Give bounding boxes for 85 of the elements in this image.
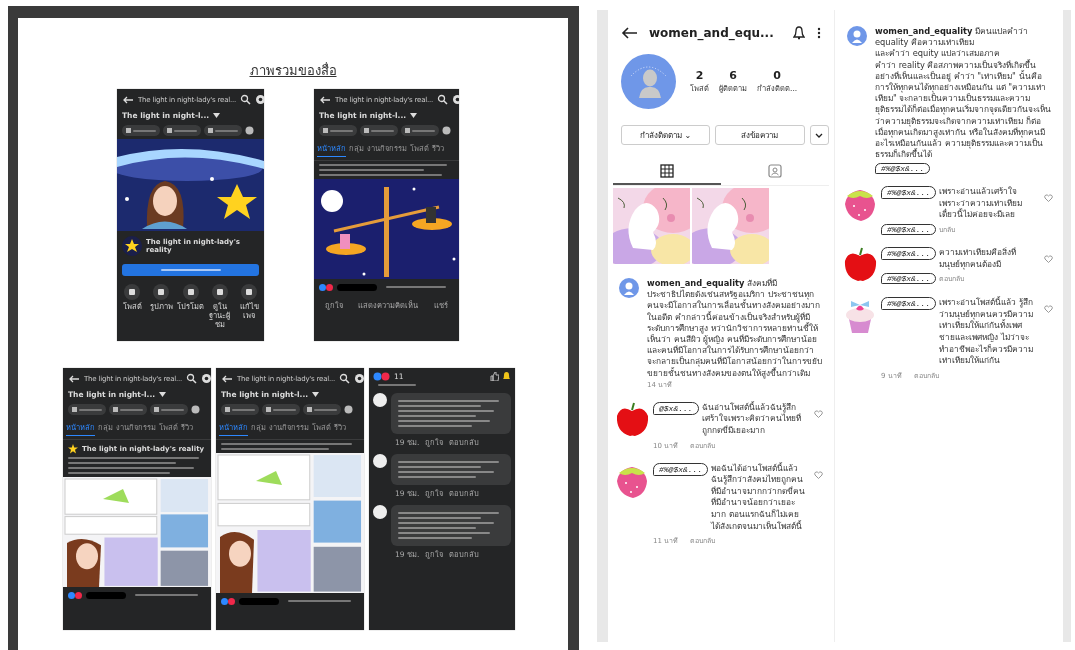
avatar <box>373 393 387 407</box>
redaction-bubble: #%@$x&... <box>881 186 937 200</box>
heart-icon[interactable] <box>1044 255 1053 264</box>
avatar <box>373 454 387 468</box>
action-icon[interactable] <box>241 284 257 300</box>
settings-icon[interactable] <box>344 405 353 414</box>
bell-icon[interactable] <box>502 372 511 381</box>
caption-text: women_and_equality สังคมที่มีประชาธิปไตยดังเช่นสหรัฐอเมริกา ประชาชนทุกคนจะมีโอกาสในการเลื่อนชั้นทางสังคมอย่างมาก ในอดีต คำกล่าวนี้ค่อนข้างเป็นจริงสำหรับผู้ที่มีระดับการศึกษาสูง หว่านักวิชาการหลายท่านชี้ให้เห็นว่า คนสีผิว ผู้หญิง คนที่มีระดับการศึกษาน้อย และคนที่มีโอกาสในการได้รับการศึกษาน้อยกว่า จะกลายเป็นกลุ่มคนที่มีโอกาสน้อยกว่าในการขยับขยายชั้นชนทางสังคมของตนให้สูงขึ้นกว่าเดิม <box>647 278 823 379</box>
chip-button[interactable] <box>109 404 147 415</box>
chip-button[interactable] <box>360 125 398 136</box>
chip-button[interactable] <box>204 125 242 136</box>
avatar-icon <box>619 278 639 298</box>
comment-text: เพราะอ่านแล้วเศร้าใจเพราะว่าความเท่าเทียมเดี๋ยวนี้ไม่ค่อยจะมีเลย <box>939 186 1024 222</box>
settings-icon[interactable] <box>191 405 200 414</box>
redaction-bubble: @$x&... <box>653 401 699 415</box>
redaction-bubble: #%@$x&... <box>653 462 709 476</box>
redaction-mark <box>86 591 126 599</box>
stat-count[interactable]: 2 <box>695 69 704 82</box>
reaction-icon <box>221 597 235 605</box>
avatar-icon <box>621 54 676 109</box>
avatar <box>373 505 387 519</box>
comment-text: เพราะอ่านโพสต์นี้แล้ว รู้สึกว่ามนุษย์ทุกคนควรมีความเท่าเทียมให้แก่กันทั้งเพศชายและเพศหญิง ไม่ว่าจะทำอาชีพอะไรก็ควรมีความเท่าเทียมให้แก่กัน <box>939 297 1035 367</box>
heart-icon[interactable] <box>814 470 823 479</box>
search-icon[interactable] <box>437 94 449 105</box>
redaction-bubble: #%@$x&... <box>881 247 937 261</box>
caption-text: women_and_equality มีคนแปลคำว่า equality คือความเท่าเทียม และคำว่า equity แปลว่าเสมอภาค คำว่า reality คือสภาพความเป็นจริงที่เกิดขึ้นอย่างที่เห็นและเป็นอยู่ คำว่า "เท่าเทียม" นั้นคือการให้ทุกคนได้ทุกอย่างเหมือนกัน แต่ "ความเท่าเทียม" จะกลายเป็นความเป็นธรรมและความยุติธรรมได้ก็ต่อเมื่อทุกคนเริ่มจากจุดเดียวกันจะเห็นว่าความยุติธรรมจะเกิดจากความเท่าเทียม ก็ต่อเมื่อทุกคนเกิดมาสูงเท่ากัน หรือในสังคมที่ทุกคนมีอะไรเหมือนกันแล้ว ความยุติธรรมและความเป็นธรรมก็เกิดขึ้นได้ <box>875 26 1052 161</box>
back-icon[interactable] <box>621 27 637 39</box>
redaction-bubble: #%@$x&... <box>881 273 937 285</box>
reaction-icon <box>373 372 391 381</box>
stat-count[interactable]: 6 <box>729 69 737 82</box>
profile-button[interactable]: กำลังติดตาม ⌄ <box>621 125 711 145</box>
action-icon[interactable] <box>124 284 140 300</box>
settings-icon[interactable] <box>255 94 264 105</box>
stat-count[interactable]: 0 <box>773 69 781 82</box>
redaction-bubble: #%@$x&... <box>881 224 937 236</box>
comment-text: ฉันอ่านโพสต์นี้แล้วฉันรู้สึกเศร้าใจเพราะคิดว่าคนไทยที่ถูกกดขี่มีเยอะมาก <box>701 401 802 437</box>
dropdown-button[interactable] <box>809 125 829 145</box>
redaction-bubble: #%@$x&... <box>881 297 937 311</box>
like-icon[interactable] <box>490 372 499 381</box>
settings-icon[interactable] <box>245 126 254 135</box>
profile-button[interactable]: ส่งข้อความ <box>715 125 805 145</box>
settings-icon[interactable] <box>354 373 364 384</box>
search-icon[interactable] <box>186 373 198 384</box>
caret-icon[interactable] <box>213 113 221 118</box>
chip-button[interactable] <box>401 125 439 136</box>
chip-button[interactable] <box>303 404 341 415</box>
comment-text: พอฉันได้อ่านโพสต์นี้แล้ว ฉันรู้สึกว่าสังคมไทยถูกคนที่มีอำนาจมากกว่ากดขี่คนที่มีอำนาจน้อยกว่าเยอะมาก ตอนแรกฉันก็ไม่เคยได้สังเกตจนมาเห็นโพสต์นี้ <box>711 462 806 533</box>
redaction-bubble: #%@$x&... <box>875 163 931 175</box>
redaction-mark <box>239 597 279 605</box>
settings-icon[interactable] <box>201 373 211 384</box>
comment-text: ความเท่าเทียมคือสิ่งที่มนุษย์ทุกคนต้องมี <box>939 247 1018 271</box>
search-icon[interactable] <box>240 94 252 105</box>
avatar-icon <box>847 26 867 46</box>
tagged-icon <box>768 164 782 178</box>
document-heading: ภาพรวมของสื่อ <box>249 61 337 80</box>
caret-icon[interactable] <box>312 392 320 397</box>
star-avatar-icon <box>122 236 142 256</box>
profile-tab[interactable] <box>613 161 721 185</box>
chip-button[interactable] <box>221 404 259 415</box>
chip-button[interactable] <box>68 404 106 415</box>
action-icon[interactable] <box>211 284 228 300</box>
create-button[interactable] <box>122 264 259 276</box>
profile-username: women_and_equ... <box>649 26 775 40</box>
star-avatar-icon <box>68 444 78 454</box>
chip-button[interactable] <box>319 125 357 136</box>
chip-button[interactable] <box>122 125 160 136</box>
heart-icon[interactable] <box>1044 194 1053 203</box>
grid-icon <box>660 164 674 178</box>
search-icon[interactable] <box>339 373 351 384</box>
bell-icon[interactable] <box>793 26 805 40</box>
action-icon[interactable] <box>153 284 170 300</box>
settings-icon[interactable] <box>442 126 451 135</box>
chip-button[interactable] <box>150 404 188 415</box>
heart-icon[interactable] <box>1044 305 1053 314</box>
caret-icon[interactable] <box>410 113 418 118</box>
caret-icon[interactable] <box>159 392 167 397</box>
more-icon[interactable] <box>817 27 821 39</box>
chevron-icon <box>815 132 824 138</box>
chip-button[interactable] <box>163 125 201 136</box>
action-icon[interactable] <box>182 284 199 300</box>
heart-icon[interactable] <box>814 409 823 418</box>
reaction-icon <box>319 283 333 291</box>
redaction-mark <box>337 283 377 291</box>
chip-button[interactable] <box>262 404 300 415</box>
reaction-icon <box>68 591 82 599</box>
